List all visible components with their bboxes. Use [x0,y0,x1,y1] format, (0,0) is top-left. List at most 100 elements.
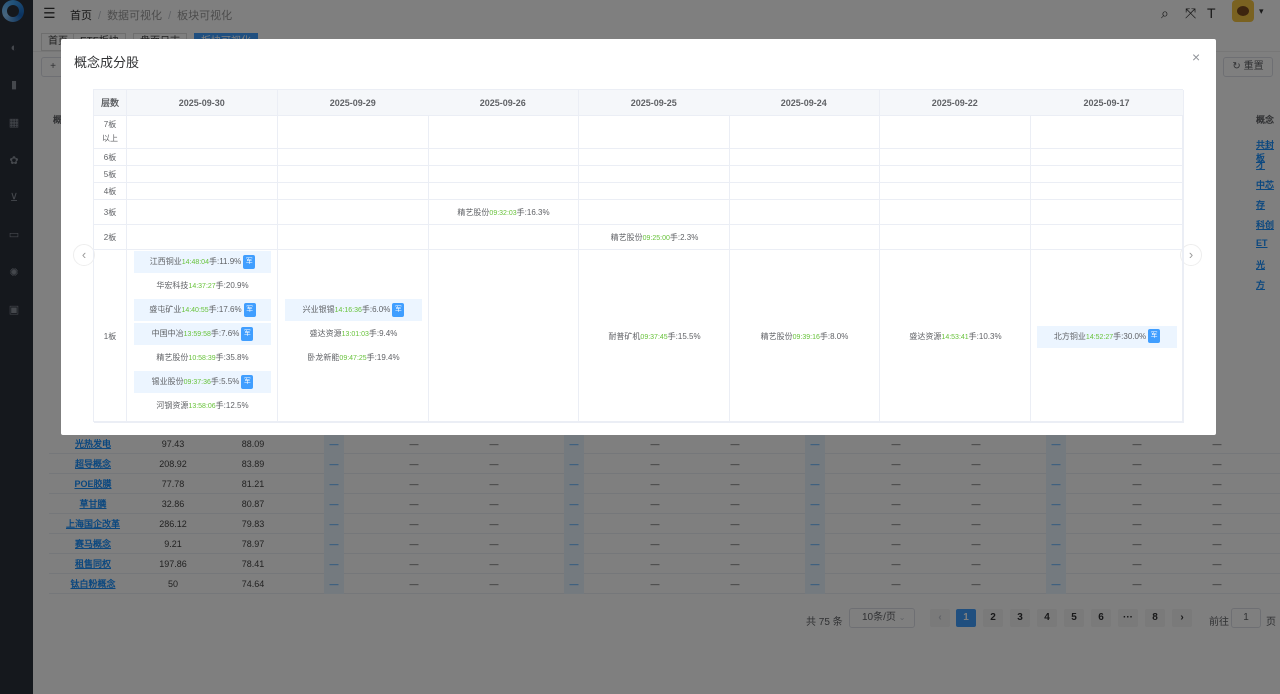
grid-cell [428,225,579,250]
grid-cell [880,116,1031,149]
date-header: 2025-09-25 [579,90,730,116]
grid-cell [127,149,278,166]
grid-cell: 精艺股份09:32:03手:16.3% [428,200,579,225]
stock-name: 兴业银锡 [302,305,335,314]
grid-cell [127,183,278,200]
date-header: 2025-09-29 [278,90,429,116]
stock-ratio: 手:17.6% [208,305,242,314]
stock-name: 耐普矿机 [608,331,641,341]
grid-cell [729,149,880,166]
grid-cell: 兴业银锡14:16:36手:6.0% 军盛达资源13:01:03手:9.4% 卧龙新… [278,250,429,423]
grid-cell [729,200,880,225]
stock-time: 09:32:03 [489,209,517,217]
grid-cell [1030,116,1184,149]
stock-name: 卧龙新能 [307,353,340,362]
layer-label: 2板 [94,225,127,250]
grid-cell [428,250,579,423]
layer-label: 1板 [94,250,127,423]
dialog-title: 概念成分股 [74,55,140,70]
stock-ratio: 手:6.0% [361,305,391,314]
stock-ratio: 手:20.9% [215,281,249,290]
stock-time: 14:53:41 [941,333,969,341]
grid-cell [729,225,880,250]
layer-label: 6板 [94,149,127,166]
stock-entry[interactable]: 锡业股份09:37:36手:5.5% 军 [134,371,271,393]
stock-ratio: 手:35.8% [215,353,249,362]
grid-cell [579,116,730,149]
stock-ratio: 手:7.6% [210,329,240,338]
stock-entry[interactable]: 盛达资源13:01:03手:9.4% [285,323,422,345]
stock-entry[interactable]: 精艺股份10:58:39手:35.8% [134,347,271,369]
stock-name: 精艺股份 [156,353,189,362]
stock-ratio: 手:10.3% [968,331,1002,341]
stock-time: 13:59:58 [183,331,211,338]
grid-cell [278,225,429,250]
stock-ratio: 手:5.5% [210,377,240,386]
stock-entry[interactable]: 河钢资源13:58:06手:12.5% [134,395,271,417]
stock-ratio: 手:8.0% [819,331,849,341]
stock-entry[interactable]: 精艺股份09:32:03手:16.3% [435,202,572,224]
grid-cell [579,149,730,166]
stock-entry[interactable]: 精艺股份09:25:00手:2.3% [586,227,723,249]
stock-name: 盛达资源 [909,331,942,341]
grid-cell [880,149,1031,166]
stock-time: 09:25:00 [642,234,670,242]
grid-cell [278,200,429,225]
stock-time: 13:58:06 [188,403,216,410]
grid-cell [579,200,730,225]
stock-entry[interactable]: 北方铜业14:52:27手:30.0% 军 [1037,325,1177,348]
grid-cell [1030,149,1184,166]
stock-ratio: 手:19.4% [366,353,400,362]
stock-entry[interactable]: 精艺股份09:39:16手:8.0% [736,326,873,348]
grid-cell: 精艺股份09:25:00手:2.3% [579,225,730,250]
stock-time: 14:16:36 [334,307,362,314]
grid-cell [278,183,429,200]
grid-cell [579,166,730,183]
stock-name: 中国中冶 [151,329,184,338]
stock-time: 13:01:03 [341,331,369,338]
stock-name: 华宏科技 [156,281,189,290]
grid-cell [1030,183,1184,200]
stock-ratio: 手:2.3% [669,232,699,242]
layer-header: 层数 [94,90,127,116]
grid-cell [127,225,278,250]
stock-ratio: 手:16.3% [516,207,550,217]
grid-cell: 盛达资源14:53:41手:10.3% [880,250,1031,423]
grid-cell: 江西铜业14:48:04手:11.9% 军华宏科技14:37:27手:20.9% 盛… [127,250,278,423]
date-header: 2025-09-17 [1030,90,1184,116]
grid-cell [729,183,880,200]
stock-entry[interactable]: 盛屯矿业14:40:55手:17.6% 军 [134,299,271,321]
stock-entry[interactable]: 江西铜业14:48:04手:11.9% 军 [134,251,271,273]
stock-entry[interactable]: 兴业银锡14:16:36手:6.0% 军 [285,299,422,321]
military-badge: 军 [1148,329,1161,344]
stock-name: 河钢资源 [156,401,189,410]
grid-cell [579,183,730,200]
stock-entry[interactable]: 盛达资源14:53:41手:10.3% [887,326,1024,348]
military-badge: 军 [241,326,254,341]
grid-cell [428,166,579,183]
prev-arrow-button[interactable]: ‹ [73,244,95,266]
stock-entry[interactable]: 华宏科技14:37:27手:20.9% [134,275,271,297]
stock-entry[interactable]: 耐普矿机09:37:45手:15.5% [586,326,723,348]
grid-cell [127,200,278,225]
grid-cell [880,200,1031,225]
grid-cell [880,183,1031,200]
layer-label: 7板以上 [94,116,127,149]
layer-label: 5板 [94,166,127,183]
layer-grid: 层数 2025-09-30 2025-09-29 2025-09-26 2025-09-… [93,89,1184,423]
grid-cell [278,166,429,183]
grid-cell [278,149,429,166]
stock-time: 09:37:45 [640,333,668,341]
grid-cell: 北方铜业14:52:27手:30.0% 军 [1030,250,1184,423]
date-header: 2025-09-26 [428,90,579,116]
close-icon[interactable]: × [1192,49,1200,65]
grid-cell [428,149,579,166]
stock-time: 09:37:36 [183,379,211,386]
stock-entry[interactable]: 中国中冶13:59:58手:7.6% 军 [134,323,271,345]
stock-entry[interactable]: 卧龙新能09:47:25手:19.4% [285,347,422,369]
stock-ratio: 手:30.0% [1113,331,1147,341]
layer-label: 4板 [94,183,127,200]
grid-cell [278,116,429,149]
military-badge: 军 [241,374,254,389]
stock-time: 14:48:04 [181,259,209,266]
